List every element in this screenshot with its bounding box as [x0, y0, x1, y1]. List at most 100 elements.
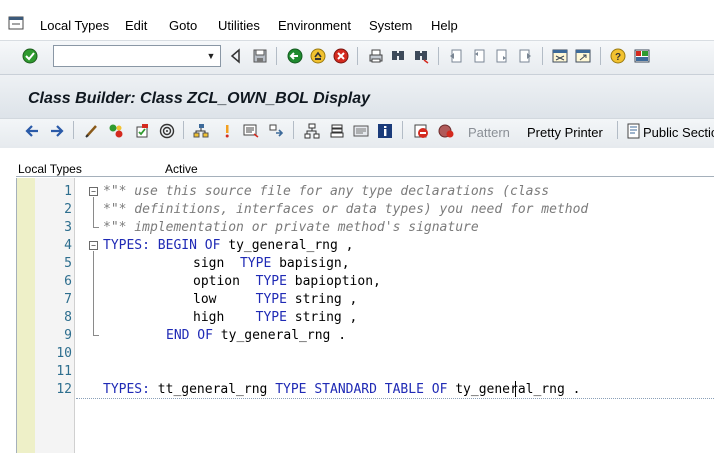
- enter-checkmark-icon[interactable]: [22, 48, 38, 64]
- code-text: ty_general_rng .: [447, 382, 581, 397]
- line-number: 1: [64, 184, 72, 199]
- code-text: low: [193, 292, 256, 307]
- menu-environment[interactable]: Environment: [278, 18, 351, 33]
- help-icon[interactable]: ?: [610, 48, 626, 64]
- line-number: 10: [56, 346, 72, 361]
- toolbar-separator: [183, 121, 184, 139]
- code-line-9: END OF ty_general_rng .: [166, 328, 346, 343]
- hierarchy-icon[interactable]: [304, 123, 320, 139]
- new-session-icon[interactable]: [552, 48, 568, 64]
- code-line-4: TYPES: BEGIN OF ty_general_rng ,: [103, 238, 353, 253]
- svg-text:?: ?: [615, 52, 621, 63]
- toolbar-separator: [293, 121, 294, 139]
- activate-icon[interactable]: [159, 123, 175, 139]
- toolbar-separator: [357, 47, 358, 65]
- chevron-down-icon[interactable]: ▼: [204, 49, 218, 63]
- line-number: 7: [64, 292, 72, 307]
- find-next-icon[interactable]: [413, 48, 429, 64]
- menu-local-types[interactable]: Local Types: [40, 18, 109, 33]
- keyword: BEGIN OF: [157, 238, 221, 253]
- menu-help[interactable]: Help: [431, 18, 458, 33]
- active-inactive-icon[interactable]: [108, 123, 124, 139]
- menu-system[interactable]: System: [369, 18, 412, 33]
- divider: [16, 176, 714, 177]
- keyword: TYPE: [239, 256, 272, 271]
- check-object-icon[interactable]: [134, 123, 150, 139]
- editor-gutter: [17, 178, 35, 453]
- toolbar-separator: [542, 47, 543, 65]
- arrow-left-icon[interactable]: [24, 123, 40, 139]
- customize-layout-icon[interactable]: [634, 48, 650, 64]
- code-line-8: high TYPE string ,: [193, 310, 357, 325]
- line-number: 3: [64, 220, 72, 235]
- code-text: tt_general_rng: [149, 382, 276, 397]
- code-line-5: sign TYPE bapisign,: [193, 256, 350, 271]
- previous-page-icon[interactable]: [471, 48, 487, 64]
- exit-icon[interactable]: [310, 48, 326, 64]
- line-number: 9: [64, 328, 72, 343]
- keyword: END OF: [166, 328, 213, 343]
- code-text: high: [193, 310, 256, 325]
- toolbar-separator: [402, 121, 403, 139]
- stacked-layers-icon[interactable]: [329, 123, 345, 139]
- first-page-icon[interactable]: [448, 48, 464, 64]
- display-object-icon[interactable]: [353, 123, 369, 139]
- pattern-button[interactable]: Pattern: [468, 125, 510, 140]
- fold-toggle[interactable]: −: [89, 241, 98, 250]
- information-icon[interactable]: [377, 123, 393, 139]
- display-change-icon[interactable]: [84, 123, 100, 139]
- toolbar-separator: [600, 47, 601, 65]
- object-list-icon[interactable]: [243, 123, 259, 139]
- code-text: string ,: [286, 310, 358, 325]
- keyword: TYPES:: [103, 238, 150, 253]
- fold-guide: [93, 227, 99, 228]
- code-text: ty_general_rng ,: [220, 238, 354, 253]
- info-icon[interactable]: [219, 123, 235, 139]
- code-text: sign: [193, 256, 240, 271]
- code-text: ty_general_rng .: [212, 328, 347, 343]
- code-line-6: option TYPE bapioption,: [193, 274, 381, 289]
- fold-toggle[interactable]: −: [89, 187, 98, 196]
- insert-statement-icon[interactable]: [413, 123, 429, 139]
- code-text: bapisign,: [271, 256, 350, 271]
- navigation-window-icon[interactable]: [268, 123, 284, 139]
- pretty-printer-button[interactable]: Pretty Printer: [527, 125, 603, 140]
- public-section-button[interactable]: Public Section: [643, 125, 714, 140]
- last-page-icon[interactable]: [517, 48, 533, 64]
- public-section-icon[interactable]: [626, 123, 642, 139]
- find-icon[interactable]: [390, 48, 406, 64]
- toolbar-separator: [73, 121, 74, 139]
- line-number: 5: [64, 256, 72, 271]
- editor-status-bar: [0, 148, 714, 178]
- cancel-icon[interactable]: [333, 48, 349, 64]
- line-number: 12: [56, 382, 72, 397]
- keyword: TYPE: [255, 274, 287, 289]
- section-label: Local Types: [18, 162, 82, 176]
- print-icon[interactable]: [368, 48, 384, 64]
- menu-edit[interactable]: Edit: [125, 18, 147, 33]
- shortcut-icon[interactable]: [575, 48, 591, 64]
- back-green-icon[interactable]: [287, 48, 303, 64]
- line-number: 8: [64, 310, 72, 325]
- arrow-right-icon[interactable]: [49, 123, 65, 139]
- text-caret: [515, 381, 516, 397]
- system-menu-icon[interactable]: [8, 16, 24, 30]
- back-triangle-icon[interactable]: [228, 48, 244, 64]
- menu-utilities[interactable]: Utilities: [218, 18, 260, 33]
- keyword: TYPE: [255, 292, 287, 307]
- save-icon[interactable]: [252, 48, 268, 64]
- command-field[interactable]: ▼: [53, 45, 221, 67]
- code-line-2: *"* definitions, interfaces or data type…: [103, 202, 589, 217]
- line-number: 11: [56, 364, 72, 379]
- line-number: 6: [64, 274, 72, 289]
- code-text: option: [193, 274, 256, 289]
- keyword: TYPE STANDARD TABLE OF: [275, 382, 448, 397]
- pattern-insert-icon[interactable]: [438, 123, 454, 139]
- line-number: 2: [64, 202, 72, 217]
- where-used-list-icon[interactable]: [193, 123, 209, 139]
- menu-goto[interactable]: Goto: [169, 18, 197, 33]
- next-page-icon[interactable]: [494, 48, 510, 64]
- toolbar-separator: [438, 47, 439, 65]
- code-line-7: low TYPE string ,: [193, 292, 357, 307]
- keyword: TYPES:: [103, 382, 150, 397]
